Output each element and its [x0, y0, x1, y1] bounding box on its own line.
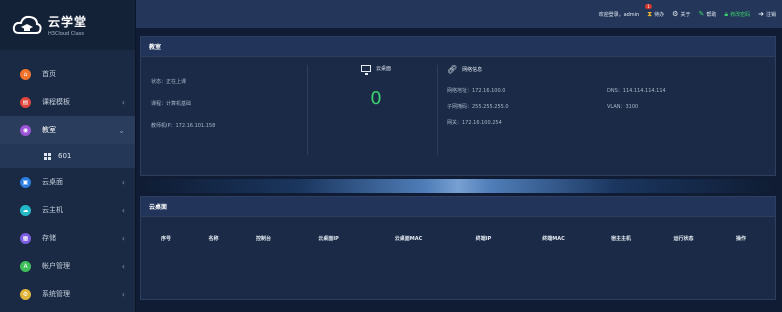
column-header[interactable]: 宿主主机: [591, 235, 651, 242]
chevron-left-icon: ‹: [121, 205, 125, 215]
divider: [437, 65, 438, 155]
vlan-text: VLAN：3100: [607, 104, 639, 110]
classroom-icon: ◉: [20, 124, 31, 136]
sidebar-item-label: 帐户管理: [42, 262, 70, 270]
account-icon: A: [20, 260, 31, 272]
classroom-panel: 教室 状态：正在上课 课程：计算机基础 教师机IP：172.16.101.158…: [140, 36, 776, 176]
sidebar-item-label: 教室: [42, 126, 56, 134]
settings-icon: ⚙: [20, 288, 31, 300]
todo-badge: 1: [645, 3, 652, 9]
column-header[interactable]: 控制台: [236, 235, 291, 242]
chevron-left-icon: ‹: [121, 177, 125, 187]
column-header[interactable]: 云桌面IP: [291, 235, 366, 242]
pen-icon: ✎: [698, 10, 705, 18]
sidebar-item-label: 首页: [42, 70, 56, 78]
decorative-light-bar: [140, 179, 776, 193]
brand-subtitle: H3Cloud Class: [48, 31, 84, 37]
classroom-panel-title: 教室: [141, 37, 775, 57]
monitor-icon: [360, 65, 371, 75]
main-content: 教室 状态：正在上课 课程：计算机基础 教师机IP：172.16.101.158…: [140, 36, 776, 300]
subnet-mask: 子网掩码：255.255.255.0: [447, 104, 509, 110]
column-header[interactable]: 终端MAC: [516, 235, 591, 242]
top-bar: 欢迎登录，admin ⧗ 1 待办 ⚙ 关于 ✎ 帮助 🔒︎ 修改密码 ➜ 注销: [136, 0, 782, 28]
teacher-ip-text: 教师机IP：172.16.101.158: [151, 123, 216, 129]
todo-link[interactable]: ⧗ 1 待办: [645, 3, 665, 19]
sidebar-nav: ⌂ 首页 ▤ 课程模板 ‹ ◉ 教室 ⌄ 601 ▣ 云桌面 ‹ ☁ 云主机 ‹…: [0, 60, 135, 308]
sidebar-item-label: 课程模板: [42, 98, 70, 106]
about-link[interactable]: ⚙ 关于: [672, 10, 690, 18]
network-label: 网络信息: [462, 67, 483, 73]
column-header[interactable]: 云桌面MAC: [366, 235, 451, 242]
change-password-label: 修改密码: [730, 11, 751, 18]
logout-label: 注销: [765, 11, 776, 18]
logout-icon: ➜: [758, 10, 764, 18]
sidebar-item-system[interactable]: ⚙ 系统管理 ‹: [0, 280, 135, 308]
brand-title: 云学堂: [48, 15, 88, 29]
sidebar-item-label: 系统管理: [42, 290, 70, 298]
chevron-down-icon: ⌄: [118, 125, 125, 135]
sidebar-subitem-601[interactable]: 601: [0, 144, 135, 168]
sidebar-item-label: 存储: [42, 234, 56, 242]
desktop-label: 云桌面: [375, 66, 391, 72]
chevron-left-icon: ‹: [121, 289, 125, 299]
sidebar: 云学堂 H3Cloud Class ⌂ 首页 ▤ 课程模板 ‹ ◉ 教室 ⌄ 6…: [0, 0, 136, 312]
gear-icon: ⚙: [672, 10, 679, 18]
sidebar-subitem-label: 601: [58, 152, 72, 160]
column-header[interactable]: 序号: [141, 235, 191, 242]
todo-label: 待办: [654, 11, 665, 18]
chevron-left-icon: ‹: [121, 97, 125, 107]
status-text: 状态：正在上课: [151, 79, 187, 85]
storage-icon: ▦: [20, 232, 31, 244]
table-header: 序号 名称 控制台 云桌面IP 云桌面MAC 终端IP 终端MAC 宿主主机 运…: [141, 229, 775, 247]
link-icon: 🔗︎: [447, 65, 458, 74]
sidebar-item-classroom[interactable]: ◉ 教室 ⌄: [0, 116, 135, 144]
hourglass-icon: ⧗: [647, 9, 653, 18]
cloud-logo-icon: [12, 14, 42, 36]
home-icon: ⌂: [20, 68, 31, 80]
desktop-summary: 云桌面 0: [313, 65, 439, 109]
welcome-text: 欢迎登录，admin: [598, 11, 640, 18]
course-text: 课程：计算机基础: [151, 101, 192, 107]
sidebar-item-storage[interactable]: ▦ 存储 ‹: [0, 224, 135, 252]
column-header[interactable]: 运行状态: [651, 235, 716, 242]
dns-text: DNS：114.114.114.114: [607, 88, 666, 94]
app-window: 云学堂 H3Cloud Class ⌂ 首页 ▤ 课程模板 ‹ ◉ 教室 ⌄ 6…: [0, 0, 782, 312]
change-password-link[interactable]: 🔒︎ 修改密码: [724, 10, 750, 19]
desktop-count: 0: [370, 88, 382, 109]
classroom-info: 状态：正在上课 课程：计算机基础 教师机IP：172.16.101.158: [151, 71, 215, 137]
divider: [307, 65, 308, 155]
column-header[interactable]: 终端IP: [451, 235, 516, 242]
network-info: 🔗︎ 网络信息 网络地址：172.16.100.0 DNS：114.114.11…: [441, 65, 771, 126]
template-icon: ▤: [20, 96, 31, 108]
desktop-table-title: 云桌面: [141, 197, 775, 217]
sidebar-item-course-template[interactable]: ▤ 课程模板 ‹: [0, 88, 135, 116]
sidebar-item-label: 云桌面: [42, 178, 63, 186]
help-link[interactable]: ✎ 帮助: [698, 10, 716, 18]
sidebar-item-label: 云主机: [42, 206, 63, 214]
grid-icon: [44, 152, 51, 160]
column-header[interactable]: 名称: [191, 235, 236, 242]
column-header[interactable]: 操作: [716, 235, 766, 242]
network-address: 网络地址：172.16.100.0: [447, 88, 506, 94]
help-label: 帮助: [706, 11, 717, 18]
host-icon: ☁: [20, 204, 31, 216]
sidebar-item-cloud-desktop[interactable]: ▣ 云桌面 ‹: [0, 168, 135, 196]
sidebar-item-account[interactable]: A 帐户管理 ‹: [0, 252, 135, 280]
chevron-left-icon: ‹: [121, 261, 125, 271]
logout-link[interactable]: ➜ 注销: [758, 10, 776, 18]
chevron-left-icon: ‹: [121, 233, 125, 243]
desktop-table-panel: 云桌面 序号 名称 控制台 云桌面IP 云桌面MAC 终端IP 终端MAC 宿主…: [140, 196, 776, 300]
brand-logo[interactable]: 云学堂 H3Cloud Class: [0, 0, 135, 50]
sidebar-item-home[interactable]: ⌂ 首页: [0, 60, 135, 88]
lock-icon: 🔒︎: [724, 9, 729, 18]
gateway-text: 网关：172.16.100.254: [447, 120, 502, 126]
desktop-icon: ▣: [20, 176, 31, 188]
sidebar-item-cloud-host[interactable]: ☁ 云主机 ‹: [0, 196, 135, 224]
about-label: 关于: [680, 11, 691, 18]
